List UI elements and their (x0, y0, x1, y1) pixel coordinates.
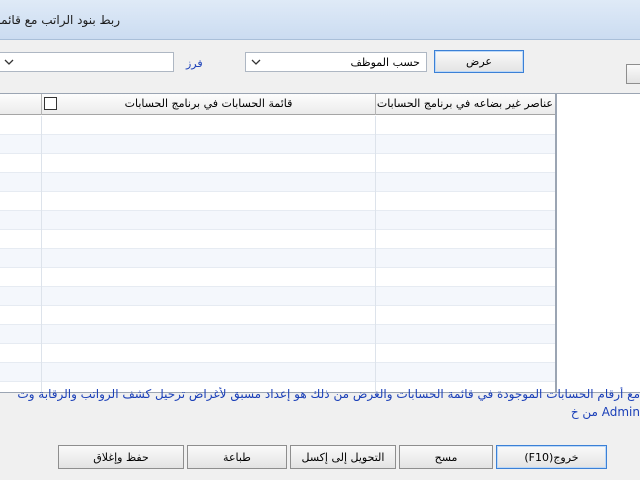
info-line-2: Admin من خ (570, 405, 640, 419)
table-row[interactable] (0, 154, 555, 173)
left-combo[interactable] (0, 52, 174, 72)
table-row[interactable] (0, 325, 555, 344)
column-header-non-inventory-label: عناصر غير بضاعه في برنامج الحسابات (376, 97, 553, 110)
dialog-body: فرز حسب الموظف عرض قائمة الحسابات في برن… (0, 40, 640, 480)
clear-button[interactable]: مسح (399, 445, 493, 469)
table-row[interactable] (0, 344, 555, 363)
table-row[interactable] (0, 173, 555, 192)
sort-combo-value: حسب الموظف (350, 56, 420, 69)
table-row[interactable] (0, 211, 555, 230)
info-line-1: مع أرقام الحسابات الموجودة في قائمة الحس… (17, 387, 640, 401)
chevron-down-icon (4, 59, 14, 65)
window-title: ربط بنود الراتب مع قائمة (0, 13, 120, 27)
grid-rows (0, 116, 555, 382)
select-all-checkbox[interactable] (44, 97, 57, 110)
column-divider (41, 116, 42, 392)
grid-header: قائمة الحسابات في برنامج الحسابات عناصر … (0, 94, 555, 115)
table-row[interactable] (0, 116, 555, 135)
sort-label: فرز (186, 57, 203, 70)
column-divider (375, 116, 376, 392)
print-button[interactable]: طباعة (187, 445, 287, 469)
side-panel (556, 93, 640, 393)
sort-combo[interactable]: حسب الموظف (245, 52, 427, 72)
table-row[interactable] (0, 306, 555, 325)
table-row[interactable] (0, 135, 555, 154)
table-row[interactable] (0, 287, 555, 306)
side-button[interactable] (626, 64, 640, 84)
chevron-down-icon (251, 59, 261, 65)
table-row[interactable] (0, 268, 555, 287)
column-header-accounts[interactable]: قائمة الحسابات في برنامج الحسابات (42, 94, 376, 115)
export-excel-button[interactable]: التحويل إلى إكسل (290, 445, 396, 469)
show-button[interactable]: عرض (434, 50, 524, 73)
save-close-button[interactable]: حفظ وإغلاق (58, 445, 184, 469)
title-bar: ربط بنود الراتب مع قائمة (0, 0, 640, 40)
column-header-non-inventory[interactable]: عناصر غير بضاعه في برنامج الحسابات (376, 94, 555, 115)
table-row[interactable] (0, 192, 555, 211)
accounts-grid: قائمة الحسابات في برنامج الحسابات عناصر … (0, 93, 556, 393)
column-header-0[interactable] (0, 94, 42, 115)
exit-button[interactable]: (F10)خروج (496, 445, 607, 469)
table-row[interactable] (0, 363, 555, 382)
table-row[interactable] (0, 230, 555, 249)
column-header-accounts-label: قائمة الحسابات في برنامج الحسابات (124, 97, 293, 110)
table-row[interactable] (0, 249, 555, 268)
